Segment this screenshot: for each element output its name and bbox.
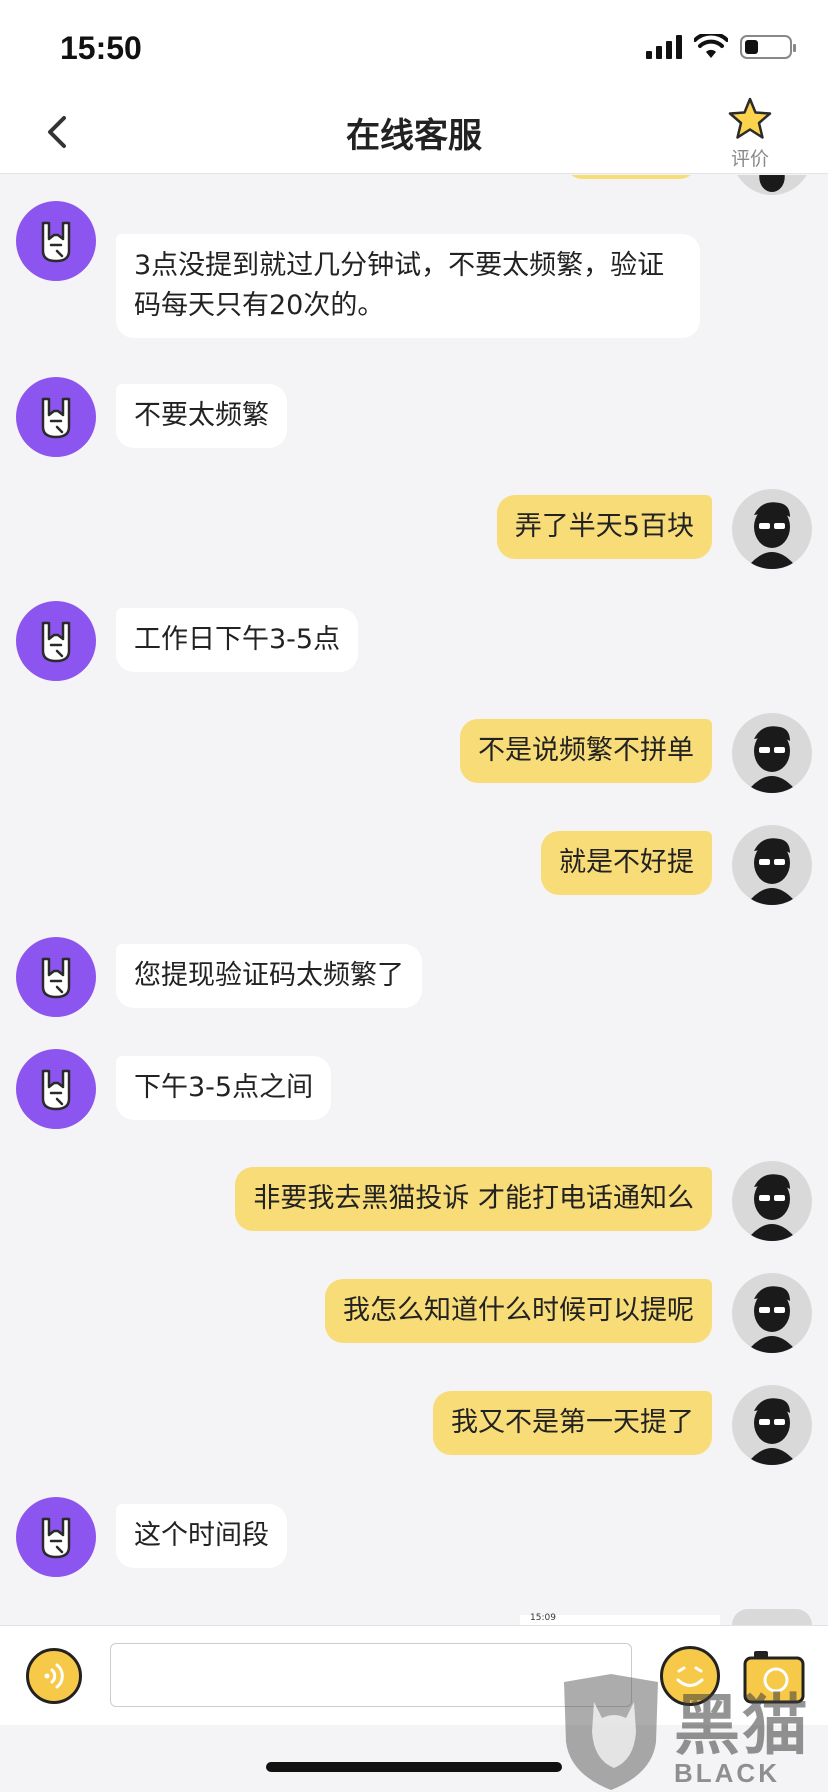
service-avatar[interactable] [16, 601, 96, 681]
watermark-logo: 黑猫 BLACK CAT [556, 1672, 828, 1792]
status-bar: 15:50 [0, 0, 828, 92]
rate-label: 评价 [730, 148, 769, 170]
rate-button[interactable]: 评价 [718, 96, 782, 170]
user-sunglasses-icon [746, 1398, 798, 1465]
wifi-icon [694, 34, 728, 58]
star-icon [728, 97, 772, 139]
watermark-text-cn: 黑猫 [674, 1687, 810, 1764]
user-sunglasses-icon [759, 175, 785, 192]
rock-hand-icon [41, 957, 71, 999]
message-bubble: 非要我去黑猫投诉 才能打电话通知么 [235, 1167, 712, 1231]
cat-shield-icon [564, 1674, 658, 1790]
message-bubble: 下午3-5点之间 [116, 1056, 332, 1120]
message-bubble: 工作日下午3-5点 [116, 608, 359, 672]
user-sunglasses-icon [746, 502, 798, 569]
message-bubble: 我又不是第一天提了 [433, 1391, 712, 1455]
chat-list[interactable]: 3点没提到就过几分钟试，不要太频繁，验证码每天只有20次的。 不要太频繁 弄了半… [0, 175, 828, 1625]
nav-bar: 在线客服 评价 [0, 92, 828, 174]
user-avatar[interactable] [732, 1385, 812, 1465]
message-bubble: 不是说频繁不拼单 [460, 719, 712, 783]
service-avatar[interactable] [16, 1049, 96, 1129]
home-indicator[interactable] [266, 1762, 562, 1772]
rock-hand-icon [41, 221, 71, 263]
user-avatar[interactable] [732, 1273, 812, 1353]
service-avatar[interactable] [16, 377, 96, 457]
partial-image-message[interactable]: 15:09 [520, 1613, 720, 1625]
service-avatar[interactable] [16, 937, 96, 1017]
message-input[interactable] [110, 1643, 632, 1707]
user-avatar[interactable] [732, 1609, 812, 1625]
message-bubble: 我怎么知道什么时候可以提呢 [325, 1279, 712, 1343]
user-avatar[interactable] [732, 489, 812, 569]
voice-icon [44, 1663, 64, 1689]
user-avatar[interactable] [732, 713, 812, 793]
user-sunglasses-icon [746, 726, 798, 793]
user-avatar[interactable] [732, 175, 812, 195]
rock-hand-icon [41, 621, 71, 663]
status-time: 15:50 [60, 30, 142, 66]
message-bubble: 这个时间段 [116, 1504, 287, 1568]
message-bubble: 就是不好提 [541, 831, 712, 895]
user-sunglasses-icon [746, 1174, 798, 1241]
page-title: 在线客服 [346, 116, 482, 156]
service-avatar[interactable] [16, 201, 96, 281]
message-bubble: 3点没提到就过几分钟试，不要太频繁，验证码每天只有20次的。 [116, 234, 700, 338]
message-bubble: 您提现验证码太频繁了 [116, 944, 422, 1008]
rock-hand-icon [41, 397, 71, 439]
rock-hand-icon [41, 1069, 71, 1111]
battery-icon [740, 35, 796, 59]
user-sunglasses-icon [746, 838, 798, 905]
message-bubble: 弄了半天5百块 [496, 495, 712, 559]
message-bubble: 不要太频繁 [116, 384, 287, 448]
user-sunglasses-icon [746, 1286, 798, 1353]
voice-button[interactable] [26, 1648, 82, 1704]
signal-icon [646, 35, 682, 59]
service-avatar[interactable] [16, 1497, 96, 1577]
rock-hand-icon [41, 1517, 71, 1559]
watermark-text-en: BLACK CAT [674, 1758, 780, 1792]
partial-message-bubble [566, 175, 696, 179]
partial-image-time: 15:09 [530, 1613, 556, 1623]
user-avatar[interactable] [732, 1161, 812, 1241]
status-icons [646, 32, 796, 62]
user-avatar[interactable] [732, 825, 812, 905]
